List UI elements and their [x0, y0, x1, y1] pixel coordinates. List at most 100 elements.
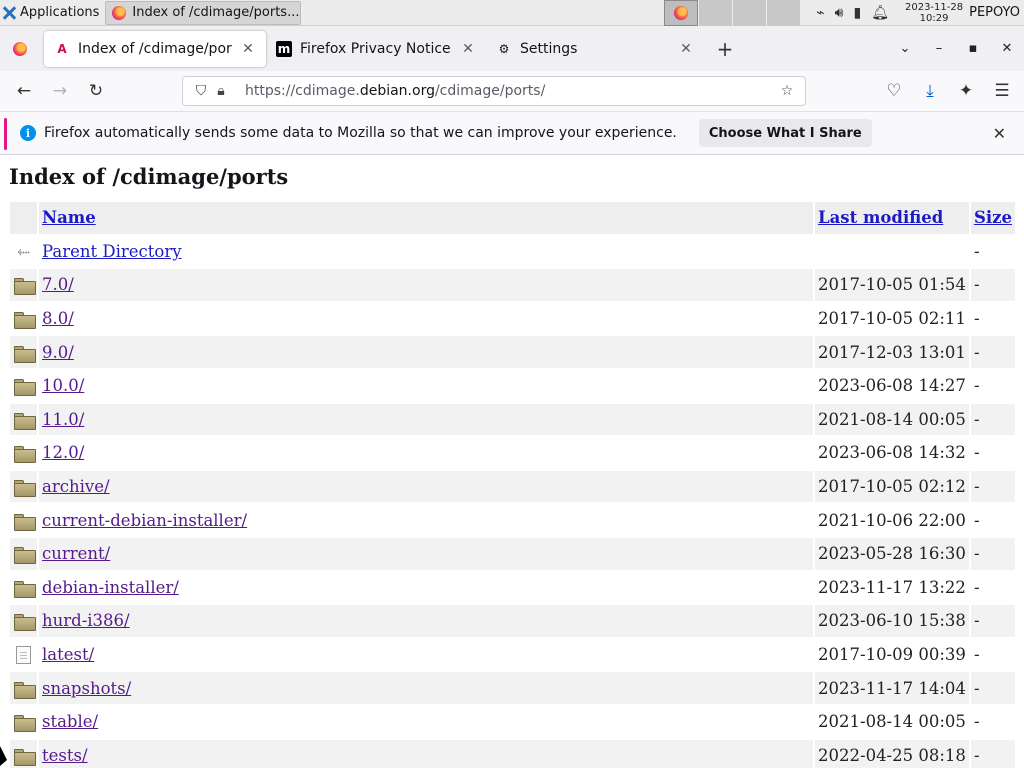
forward-button[interactable]: →: [42, 75, 78, 107]
tab-settings[interactable]: ⚙ Settings ✕: [486, 31, 704, 67]
sort-by-size-link[interactable]: Size: [974, 208, 1012, 227]
menu-icon[interactable]: ☰: [984, 75, 1020, 107]
directory-link[interactable]: current-debian-installer/: [42, 511, 247, 530]
workspace-4[interactable]: [766, 0, 801, 26]
network-icon[interactable]: ⌁: [816, 5, 824, 21]
folder-icon: [13, 715, 36, 733]
workspace-2[interactable]: [698, 0, 733, 26]
tab-title: Settings: [520, 40, 578, 57]
user-menu[interactable]: PEPOYO: [969, 5, 1024, 20]
url-prefix: https://cdimage.: [245, 83, 360, 99]
extensions-icon[interactable]: ✦: [948, 75, 984, 107]
desktop-panel: Applications Index of /cdimage/ports... …: [0, 0, 1024, 26]
maximize-button[interactable]: ▪: [956, 26, 990, 71]
workspace-1[interactable]: [664, 0, 699, 26]
sort-by-last-modified-link[interactable]: Last modified: [818, 208, 943, 227]
folder-icon: [13, 312, 36, 330]
size-cell: -: [973, 577, 980, 597]
last-modified-cell: 2023-11-17 13:22: [818, 577, 966, 597]
tracking-protection-shield-icon[interactable]: ⛉: [191, 83, 211, 99]
list-all-tabs-button[interactable]: ⌄: [888, 26, 922, 71]
bookmark-star-icon[interactable]: ☆: [777, 83, 797, 99]
last-modified-cell: 2023-06-10 15:38: [815, 605, 969, 637]
size-cell: -: [973, 309, 980, 329]
pocket-icon[interactable]: ♡: [876, 75, 912, 107]
folder-icon: [13, 278, 36, 296]
size-cell: -: [973, 443, 980, 463]
tab-close-icon[interactable]: ✕: [460, 41, 476, 57]
directory-link[interactable]: archive/: [42, 477, 110, 496]
directory-link[interactable]: tests/: [42, 746, 88, 765]
last-modified-cell: 2023-06-08 14:32: [818, 443, 966, 463]
directory-link[interactable]: 10.0/: [42, 376, 84, 395]
last-modified-cell: 2017-10-05 02:11: [818, 309, 966, 329]
applications-label: Applications: [20, 5, 100, 20]
info-icon: i: [20, 125, 36, 141]
sort-by-name-link[interactable]: Name: [42, 208, 96, 227]
applications-menu[interactable]: Applications: [0, 0, 105, 26]
taskbar-window-title: Index of /cdimage/ports...: [132, 5, 300, 20]
directory-link[interactable]: latest/: [42, 645, 94, 664]
url-text[interactable]: https://cdimage.debian.org/cdimage/ports…: [245, 83, 777, 99]
downloads-icon[interactable]: ⤓: [912, 75, 948, 107]
close-window-button[interactable]: ✕: [990, 26, 1024, 71]
directory-link[interactable]: 12.0/: [42, 443, 84, 462]
mozilla-icon: m: [276, 40, 292, 57]
table-row: debian-installer/2023-11-17 13:22-: [10, 572, 1015, 604]
size-cell: -: [970, 537, 1015, 570]
workspace-switcher[interactable]: [664, 0, 801, 26]
battery-icon[interactable]: ▮: [853, 5, 861, 21]
last-modified-cell: 2021-08-14 00:05: [815, 403, 969, 436]
directory-link[interactable]: debian-installer/: [42, 578, 179, 597]
system-tray: ⌁ 🔊︎ ▮ 🔔︎: [800, 5, 899, 21]
minimize-button[interactable]: –: [922, 26, 956, 71]
table-row: 11.0/2021-08-14 00:05-: [10, 403, 1015, 436]
directory-link[interactable]: stable/: [42, 712, 98, 731]
gear-icon: ⚙: [498, 41, 510, 56]
address-bar[interactable]: ⛉ 🔒︎ https://cdimage.debian.org/cdimage/…: [182, 76, 806, 106]
firefox-icon: [674, 5, 689, 20]
tab-index-of-cdimage-ports[interactable]: A Index of /cdimage/ports ✕: [44, 30, 266, 67]
lock-icon[interactable]: 🔒︎: [211, 83, 231, 99]
directory-link[interactable]: hurd-i386/: [42, 611, 130, 630]
url-path: /cdimage/ports/: [434, 83, 546, 99]
new-tab-button[interactable]: +: [710, 34, 740, 64]
folder-icon: [13, 681, 36, 699]
last-modified-cell: 2021-10-06 22:00: [818, 510, 966, 530]
parent-directory-link[interactable]: Parent Directory: [42, 242, 182, 261]
directory-link[interactable]: 8.0/: [42, 309, 74, 328]
table-row: stable/2021-08-14 00:05-: [10, 706, 1015, 738]
directory-link[interactable]: 11.0/: [42, 410, 84, 429]
tab-close-icon[interactable]: ✕: [678, 41, 694, 57]
volume-icon[interactable]: 🔊︎: [835, 5, 844, 21]
clock[interactable]: 2023-11-28 10:29: [899, 2, 969, 24]
table-row: archive/2017-10-05 02:12-: [10, 470, 1015, 503]
notification-close-icon[interactable]: ✕: [993, 124, 1006, 143]
size-cell: -: [973, 510, 980, 530]
debian-icon: A: [57, 41, 67, 56]
folder-icon: [13, 547, 36, 565]
choose-what-i-share-button[interactable]: Choose What I Share: [698, 119, 872, 147]
folder-icon: [13, 480, 36, 498]
directory-link[interactable]: snapshots/: [42, 679, 131, 698]
tab-firefox-privacy-notice[interactable]: m Firefox Privacy Notice — ✕: [266, 31, 486, 67]
last-modified-cell: 2017-10-05 02:12: [815, 470, 969, 503]
tab-close-icon[interactable]: ✕: [240, 41, 256, 57]
directory-link[interactable]: 9.0/: [42, 343, 74, 362]
xfce-icon: [2, 6, 16, 20]
last-modified-cell: 2017-10-05 01:54: [815, 269, 969, 301]
last-modified-cell: 2017-12-03 13:01: [815, 336, 969, 368]
reload-button[interactable]: ↻: [78, 75, 114, 107]
notification-bell-icon[interactable]: 🔔︎: [871, 5, 889, 21]
workspace-3[interactable]: [732, 0, 767, 26]
folder-icon: [13, 580, 36, 598]
back-button[interactable]: ←: [6, 75, 42, 107]
directory-link[interactable]: current/: [42, 544, 110, 563]
clock-time: 10:29: [919, 12, 949, 24]
tab-strip: A Index of /cdimage/ports ✕ m Firefox Pr…: [0, 26, 1024, 71]
directory-link[interactable]: 7.0/: [42, 275, 74, 294]
tab-title: Firefox Privacy Notice —: [300, 40, 452, 57]
taskbar-window-button[interactable]: Index of /cdimage/ports...: [105, 0, 302, 25]
firefox-view-button[interactable]: [0, 26, 40, 71]
firefox-icon: [13, 41, 27, 56]
